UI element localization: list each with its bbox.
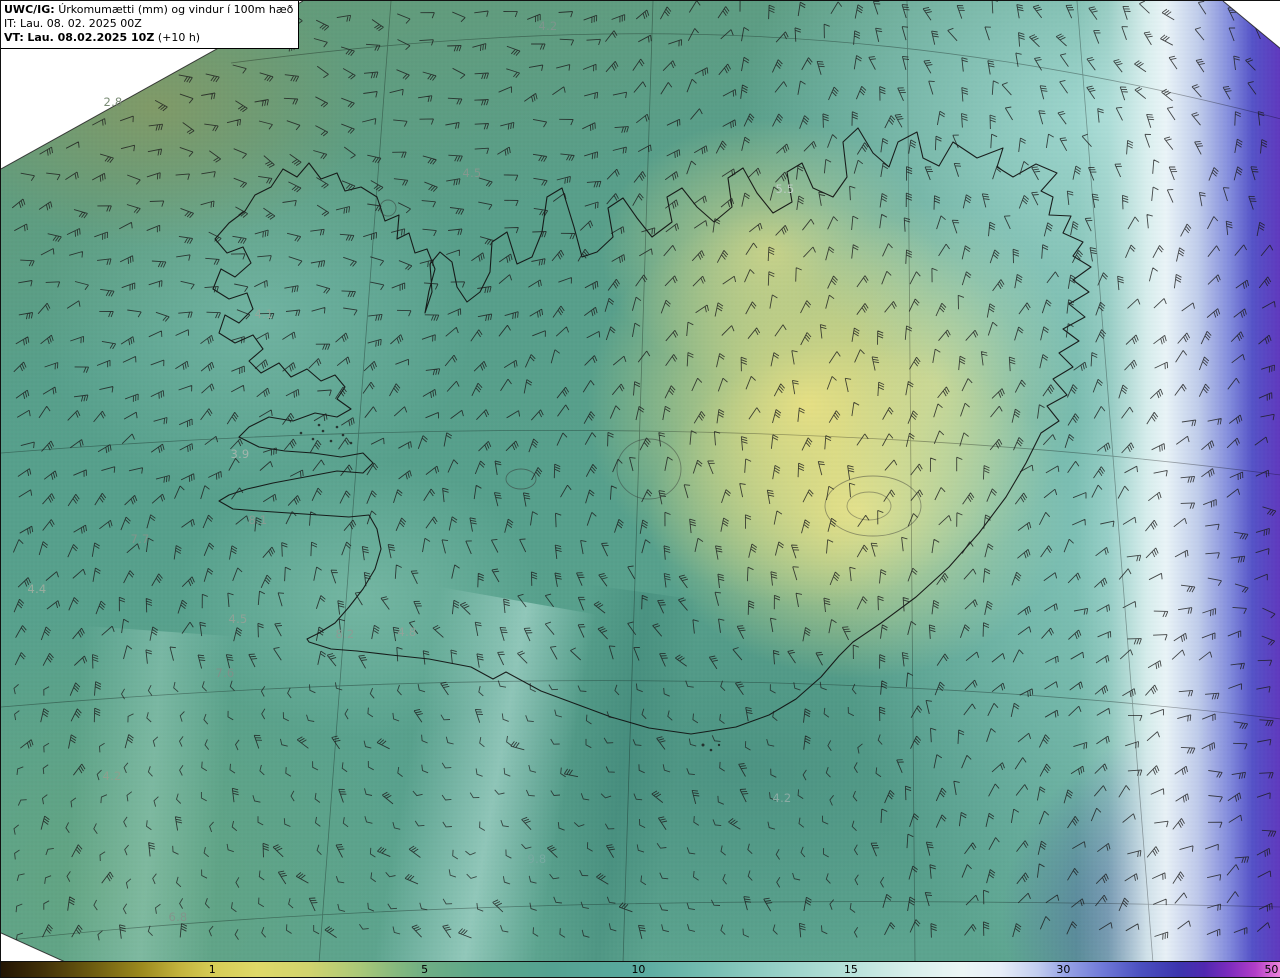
init-time-line: IT: Lau. 08. 02. 2025 00Z	[4, 17, 293, 31]
map-vector-layer	[1, 1, 1280, 963]
model-label: UWC/IG:	[4, 3, 55, 16]
valid-time-line: VT: Lau. 08.02.2025 10Z (+10 h)	[4, 31, 293, 45]
map-title: Úrkomumætti (mm) og vindur í 100m hæð	[58, 3, 294, 16]
colorbar: 1 5 10 15 30 50	[1, 961, 1280, 977]
colorbar-tick-label: 1	[208, 963, 216, 976]
valid-time-label: VT:	[4, 30, 24, 44]
colorbar-tick-label: 10	[631, 963, 646, 976]
wind-barb-layer	[11, 1, 1277, 940]
colorbar-tick-label: 15	[843, 963, 858, 976]
colorbar-tick-label: 50	[1264, 963, 1279, 976]
weather-map-page: 4.2 2.8 4.5 5.5 4.1 3.9 8.1 7.7 4.4 4.5 8.2 4.8 7.6 4…	[0, 0, 1280, 978]
colorbar-tick-label: 30	[1056, 963, 1071, 976]
valid-time-offset: (+10 h)	[157, 30, 201, 44]
map-canvas: 4.2 2.8 4.5 5.5 4.1 3.9 8.1 7.7 4.4 4.5 8.2 4.8 7.6 4…	[1, 1, 1280, 963]
init-time-label: IT:	[4, 16, 17, 30]
colorbar-tick-label: 5	[421, 963, 429, 976]
colorbar-ticks: 1 5 10 15 30 50	[1, 962, 1280, 977]
valid-time-value: Lau. 08.02.2025 10Z	[27, 30, 155, 44]
map-title-box: UWC/IG: Úrkomumætti (mm) og vindur í 100…	[1, 1, 300, 49]
graticule-lines	[1, 1, 1280, 963]
title-line: UWC/IG: Úrkomumætti (mm) og vindur í 100…	[4, 3, 293, 17]
init-time-value: Lau. 08. 02. 2025 00Z	[19, 16, 142, 30]
precip-contour-rings	[379, 199, 922, 537]
